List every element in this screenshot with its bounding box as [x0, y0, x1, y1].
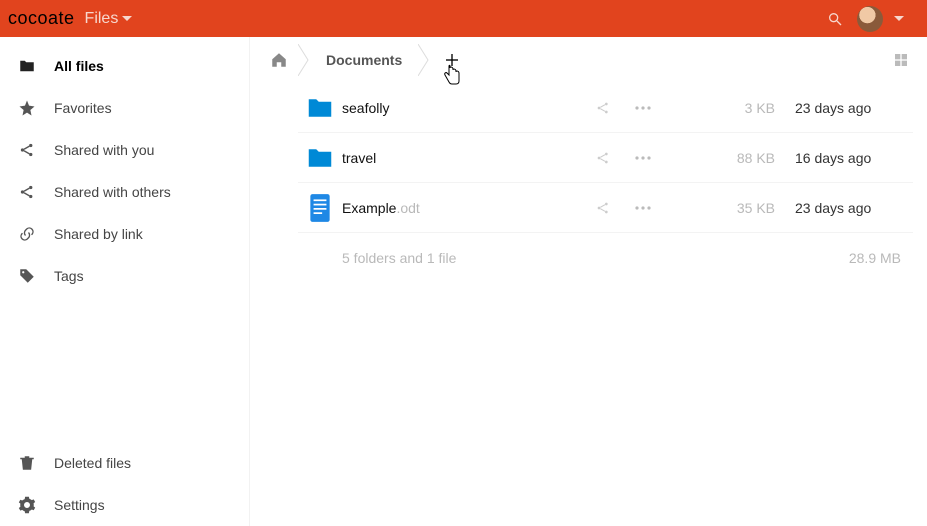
- file-size: 35 KB: [663, 200, 783, 216]
- plus-icon: [444, 52, 460, 68]
- sidebar-item-label: Tags: [54, 268, 84, 284]
- folder-icon: [298, 93, 342, 123]
- file-row[interactable]: travel 88 KB 16 days ago: [298, 133, 913, 183]
- sidebar-item-label: Settings: [54, 497, 105, 513]
- share-icon: [18, 183, 36, 201]
- file-ext: .odt: [396, 200, 419, 216]
- share-button[interactable]: [583, 200, 623, 216]
- breadcrumb-separator-icon: [414, 44, 434, 76]
- folder-icon: [298, 143, 342, 173]
- file-size: 3 KB: [663, 100, 783, 116]
- file-date: 23 days ago: [783, 200, 913, 216]
- file-name[interactable]: travel: [342, 150, 376, 166]
- file-row[interactable]: seafolly 3 KB 23 days ago: [298, 83, 913, 133]
- new-button[interactable]: [434, 37, 470, 83]
- avatar[interactable]: [857, 6, 883, 32]
- sidebar-item-shared-with-others[interactable]: Shared with others: [0, 171, 249, 213]
- sidebar-item-label: Favorites: [54, 100, 112, 116]
- sidebar-item-shared-with-you[interactable]: Shared with you: [0, 129, 249, 171]
- row-menu-button[interactable]: [623, 106, 663, 110]
- share-button[interactable]: [583, 100, 623, 116]
- breadcrumb-home[interactable]: [264, 37, 294, 83]
- share-button[interactable]: [583, 150, 623, 166]
- file-name[interactable]: Example: [342, 200, 396, 216]
- breadcrumb-separator-icon: [294, 44, 314, 76]
- summary-label: 5 folders and 1 file: [298, 250, 663, 266]
- sidebar-item-label: Shared with others: [54, 184, 171, 200]
- sidebar-item-label: Shared by link: [54, 226, 143, 242]
- sidebar-item-favorites[interactable]: Favorites: [0, 87, 249, 129]
- sidebar-item-tags[interactable]: Tags: [0, 255, 249, 297]
- sidebar-item-deleted-files[interactable]: Deleted files: [0, 442, 249, 484]
- tag-icon: [18, 267, 36, 285]
- sidebar-item-label: Deleted files: [54, 455, 131, 471]
- view-toggle-grid[interactable]: [889, 52, 913, 68]
- row-menu-button[interactable]: [623, 206, 663, 210]
- sidebar-item-label: All files: [54, 58, 104, 74]
- star-icon: [18, 99, 36, 117]
- brand-logo: cocoate: [8, 8, 75, 29]
- trash-icon: [18, 454, 36, 472]
- link-icon: [18, 225, 36, 243]
- breadcrumb-current[interactable]: Documents: [314, 52, 414, 68]
- document-icon: [298, 193, 342, 223]
- sidebar-item-label: Shared with you: [54, 142, 154, 158]
- sidebar-item-settings[interactable]: Settings: [0, 484, 249, 526]
- app-switcher[interactable]: Files: [85, 10, 133, 28]
- file-size: 88 KB: [663, 150, 783, 166]
- folder-icon: [18, 57, 36, 75]
- grid-icon: [893, 52, 909, 68]
- share-icon: [18, 141, 36, 159]
- file-date: 16 days ago: [783, 150, 913, 166]
- file-summary: 5 folders and 1 file 28.9 MB: [298, 233, 913, 283]
- file-name[interactable]: seafolly: [342, 100, 389, 116]
- row-menu-button[interactable]: [623, 156, 663, 160]
- chevron-down-icon: [122, 16, 132, 22]
- gear-icon: [18, 496, 36, 514]
- user-menu-caret[interactable]: [883, 16, 915, 22]
- file-date: 23 days ago: [783, 100, 913, 116]
- app-name-label: Files: [85, 10, 119, 28]
- sidebar-item-shared-by-link[interactable]: Shared by link: [0, 213, 249, 255]
- summary-size: 28.9 MB: [663, 250, 913, 266]
- search-button[interactable]: [819, 11, 851, 27]
- home-icon: [270, 51, 288, 69]
- file-row[interactable]: Example.odt 35 KB 23 days ago: [298, 183, 913, 233]
- sidebar-item-all-files[interactable]: All files: [0, 45, 249, 87]
